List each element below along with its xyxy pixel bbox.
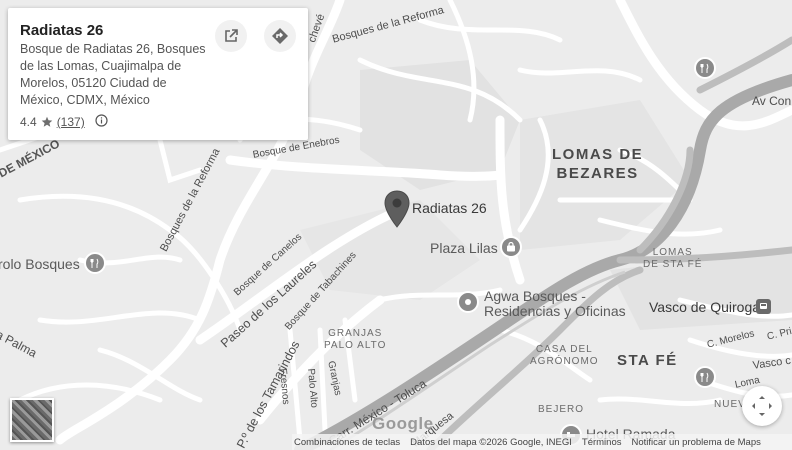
area-label-line: GRANJAS <box>328 328 383 339</box>
place-title[interactable]: Radiatas 26 <box>20 22 103 39</box>
open-in-maps-button[interactable] <box>215 20 247 52</box>
poi-label-line: Agwa Bosques - <box>484 288 586 304</box>
poi-label-agwa-bosques[interactable]: Agwa Bosques - Residencias y Oficinas <box>484 289 626 319</box>
area-label-line: LOMAS DE <box>552 146 644 163</box>
restaurant-icon[interactable] <box>694 57 716 79</box>
fork-knife-icon <box>90 258 99 268</box>
area-casa-del-agronomo: CASA DEL AGRÓNOMO <box>530 344 599 368</box>
poi-label-vasco-de-quiroga[interactable]: Vasco de Quiroga <box>649 299 760 315</box>
fork-knife-icon <box>700 63 709 73</box>
info-icon[interactable] <box>95 114 108 130</box>
attribution-bar: Combinaciones de teclas Datos del mapa ©… <box>292 434 792 450</box>
area-label-line: BEZARES <box>556 165 639 182</box>
area-label-line: CASA DEL <box>535 344 593 355</box>
keyboard-shortcuts-link[interactable]: Combinaciones de teclas <box>294 437 400 448</box>
bag-icon <box>507 242 515 252</box>
area-bejero: BEJERO <box>538 404 585 415</box>
area-label-line: PALO ALTO <box>324 340 387 351</box>
place-rating: 4.4 (137) <box>20 114 108 130</box>
area-label-line: DE STA FÉ <box>643 259 703 270</box>
area-granjas-palo-alto: GRANJAS PALO ALTO <box>324 328 386 352</box>
street-av-con: Av Con <box>752 94 792 108</box>
dot-icon <box>465 299 471 305</box>
map-canvas[interactable]: LOMAS DE BEZARES LOMAS DE STA FÉ STA FÉ … <box>0 0 792 450</box>
poi-label-rolo-bosques[interactable]: rolo Bosques <box>0 256 80 272</box>
area-label-line: AGRÓNOMO <box>530 356 599 367</box>
place-info-card[interactable]: Radiatas 26 Bosque de Radiatas 26, Bosqu… <box>8 8 308 140</box>
directions-icon <box>272 28 288 44</box>
place-address: Bosque de Radiatas 26, Bosques de las Lo… <box>20 42 206 107</box>
terms-link[interactable]: Términos <box>582 437 622 448</box>
fullscreen-button[interactable] <box>742 386 782 426</box>
star-icon <box>41 116 52 127</box>
review-count-link[interactable]: (137) <box>57 115 85 129</box>
google-watermark: Google <box>372 414 434 433</box>
fullscreen-icon <box>752 396 772 416</box>
restaurant-icon[interactable] <box>694 366 716 388</box>
shopping-icon[interactable] <box>500 236 522 258</box>
directions-button[interactable] <box>264 20 296 52</box>
area-label-line: LOMAS <box>652 247 693 258</box>
report-problem-link[interactable]: Notificar un problema de Maps <box>631 437 760 448</box>
transit-station-icon[interactable] <box>756 299 771 314</box>
poi-label-radiatas-26[interactable]: Radiatas 26 <box>412 200 487 216</box>
info-glyph <box>95 114 108 127</box>
area-sta-fe: STA FÉ <box>617 352 678 369</box>
poi-label-line: Residencias y Oficinas <box>484 303 626 319</box>
bus-icon <box>760 303 767 309</box>
poi-label-plaza-lilas[interactable]: Plaza Lilas <box>430 240 498 256</box>
restaurant-icon[interactable] <box>84 252 106 274</box>
map-data-attribution: Datos del mapa ©2026 Google, INEGI <box>410 436 572 448</box>
rating-value: 4.4 <box>20 115 37 129</box>
area-lomas-de-bezares: LOMAS DE BEZARES <box>552 145 643 183</box>
selected-place-pin[interactable] <box>384 190 410 228</box>
area-lomas-de-sta-fe: LOMAS DE STA FÉ <box>643 247 702 271</box>
map-pin-icon <box>384 190 410 228</box>
open-external-icon <box>225 29 238 42</box>
building-icon[interactable] <box>457 291 479 313</box>
fork-knife-icon <box>700 372 709 382</box>
satellite-layer-toggle[interactable] <box>10 398 54 442</box>
